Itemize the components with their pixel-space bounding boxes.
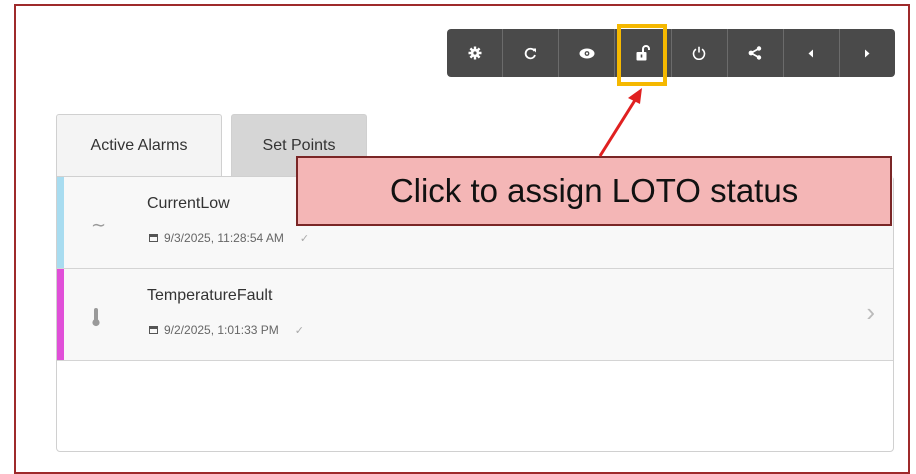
power-icon — [692, 46, 706, 60]
gear-icon — [468, 46, 482, 60]
loto-button[interactable] — [615, 29, 672, 77]
view-button[interactable] — [559, 29, 616, 77]
refresh-icon — [524, 47, 537, 59]
unlock-icon — [636, 45, 650, 61]
alarm-row-temperature-fault[interactable]: TemperatureFault 9/2/2025, 1:01:33 PM ✓ … — [57, 269, 893, 361]
share-icon — [748, 46, 762, 60]
chevron-right-icon — [865, 49, 870, 57]
thermometer-icon — [91, 307, 101, 332]
calendar-icon — [149, 326, 158, 334]
refresh-button[interactable] — [503, 29, 560, 77]
severity-stripe — [57, 269, 64, 360]
alarm-timestamp: 9/3/2025, 11:28:54 AM ✓ — [149, 231, 309, 245]
wave-icon: ∼ — [91, 215, 107, 235]
chevron-right-icon[interactable]: › — [866, 297, 875, 328]
alarm-date: 9/3/2025, 11:28:54 AM — [164, 231, 284, 245]
share-button[interactable] — [728, 29, 784, 77]
chevron-left-icon — [808, 49, 814, 57]
alarm-date: 9/2/2025, 1:01:33 PM — [164, 323, 279, 337]
power-button[interactable] — [672, 29, 728, 77]
alarm-name: TemperatureFault — [147, 287, 273, 304]
checkmark-icon: ✓ — [294, 324, 304, 337]
alarm-timestamp: 9/2/2025, 1:01:33 PM ✓ — [149, 323, 304, 337]
alarm-name: CurrentLow — [147, 195, 230, 212]
settings-button[interactable] — [447, 29, 504, 77]
next-button[interactable] — [840, 29, 895, 77]
action-toolbar — [447, 29, 895, 77]
severity-stripe — [57, 177, 64, 268]
checkmark-icon: ✓ — [299, 232, 310, 245]
tab-active-alarms[interactable]: Active Alarms — [56, 114, 222, 176]
instruction-callout: Click to assign LOTO status — [296, 156, 892, 226]
previous-button[interactable] — [784, 29, 840, 77]
calendar-icon — [149, 234, 158, 242]
eye-icon — [579, 48, 595, 58]
